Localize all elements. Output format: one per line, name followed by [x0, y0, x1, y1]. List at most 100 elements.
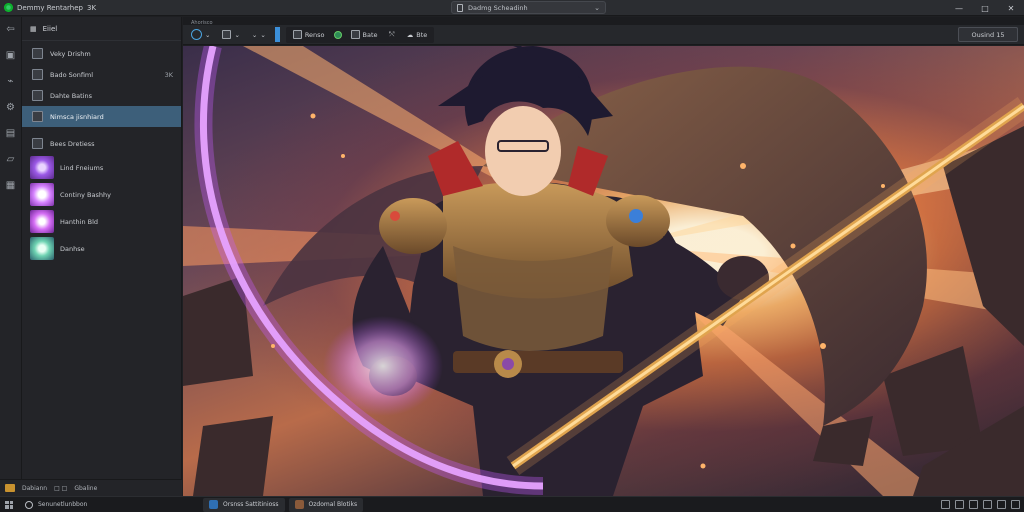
thumbnail-item[interactable]: Hanthin Bld: [22, 208, 181, 235]
app-logo-icon: [4, 3, 13, 12]
command-search[interactable]: Dadmg Scheadinh ⌄: [451, 1, 606, 14]
app-title-suffix: 3K: [86, 3, 97, 12]
sidebar-item[interactable]: Dahte Batins: [22, 85, 181, 106]
layer-dropdown[interactable]: ⌄: [219, 28, 242, 42]
editor-toolbar: ⌄ ⌄ ⌄ ⌄ Renso Bate ⤲ ☁ Bte Ousind 15: [183, 25, 1024, 45]
search-icon: [25, 500, 33, 509]
system-tray: [941, 500, 1020, 509]
render-label: Renso: [304, 30, 325, 39]
image-file-icon: [32, 138, 43, 149]
thumbnail-image: [30, 156, 54, 179]
sidebar-header[interactable]: ▦ Eiiel: [22, 17, 181, 41]
sidebar-item[interactable]: Veky Drishm: [22, 43, 181, 64]
render-button[interactable]: Renso: [290, 28, 328, 42]
render-icon: [292, 30, 302, 39]
status-icon: [5, 484, 15, 492]
document-icon: [457, 3, 463, 12]
base-button[interactable]: Bate: [348, 28, 381, 42]
thumbnail-item[interactable]: Lind Fneiums: [22, 154, 181, 181]
active-tool-indicator: [274, 27, 280, 42]
link-icon[interactable]: ⌁: [4, 74, 18, 88]
close-button[interactable]: ✕: [998, 0, 1024, 16]
sidebar-item[interactable]: Bees Dretiess: [22, 133, 181, 154]
app-title: Demmy Rentarhep: [17, 3, 83, 12]
tray-icon[interactable]: [1011, 500, 1020, 509]
taskbar-search[interactable]: Senunetlunbbon: [25, 500, 175, 509]
cloud-label: Bte: [416, 30, 428, 39]
sidebar-title: Eiiel: [42, 24, 58, 33]
document-icon: [32, 90, 43, 101]
editor-tab-strip: Ahorisco: [183, 17, 1024, 26]
shortcut-hint: 3K: [164, 70, 173, 79]
chevron-down-icon: ⌄: [234, 30, 240, 39]
base-label: Bate: [362, 30, 378, 39]
chevron-down-icon: ⌄: [594, 3, 600, 12]
chevron-down-icon: ⌄: [260, 30, 266, 39]
view-dropdown[interactable]: ⌄ ⌄: [249, 28, 269, 42]
tray-icon[interactable]: [955, 500, 964, 509]
thumbnail-item[interactable]: Danhse: [22, 235, 181, 262]
taskbar-app[interactable]: Orsnss Sattitinioss: [203, 497, 285, 512]
status-left: Dabiann: [22, 484, 48, 492]
thumbnail-image: [30, 210, 54, 233]
grid-icon[interactable]: ▦: [4, 178, 18, 192]
thumbnail-label: Continy Bashhy: [60, 190, 111, 199]
activity-bar: ⇦ ▣ ⌁ ⚙ ▤ ▱ ▦: [0, 17, 22, 496]
toolbar-group: Renso Bate ⤲ ☁ Bte: [285, 26, 435, 43]
sidebar: ▦ Eiiel Veky Drishm Bado Sonfiml 3K Daht…: [22, 17, 182, 479]
folder-icon[interactable]: ▱: [4, 152, 18, 166]
window-controls: — □ ✕: [946, 0, 1024, 16]
sidebar-status-bar: Dabiann □ □ Gbaline: [0, 479, 182, 496]
save-icon: [350, 30, 360, 39]
sidebar-list: Veky Drishm Bado Sonfiml 3K Dahte Batins…: [22, 41, 181, 262]
start-menu-icon[interactable]: [5, 500, 13, 509]
sidebar-item-label: Dahte Batins: [50, 91, 93, 100]
anime-warrior-artwork: [183, 46, 1024, 496]
files-icon[interactable]: ▣: [4, 48, 18, 62]
sidebar-item[interactable]: Bado Sonfiml 3K: [22, 64, 181, 85]
tray-icon[interactable]: [941, 500, 950, 509]
taskbar-app[interactable]: Ozdomal Blotiks: [288, 497, 364, 512]
calendar-icon[interactable]: ▤: [4, 126, 18, 140]
taskbar-app-label: Ozdomal Blotiks: [308, 501, 358, 508]
tray-icon[interactable]: [969, 500, 978, 509]
image-canvas[interactable]: [183, 46, 1024, 496]
taskbar-search-text: Senunetlunbbon: [38, 501, 88, 508]
title-bar: Demmy Rentarhep 3K Dadmg Scheadinh ⌄ — □…: [0, 0, 1024, 16]
taskbar: Senunetlunbbon Orsnss Sattitinioss Ozdom…: [0, 496, 1024, 512]
thumbnail-item[interactable]: Continy Bashhy: [22, 181, 181, 208]
sidebar-item-label: Nimsca jisnhiard: [50, 112, 104, 121]
app-icon: [294, 500, 304, 509]
thumbnail-label: Danhse: [60, 244, 85, 253]
cloud-icon: ☁: [406, 30, 414, 39]
target-icon: [191, 29, 202, 40]
share-button[interactable]: ⤲: [387, 28, 398, 42]
thumbnail-image: [30, 237, 54, 260]
sidebar-item-label: Veky Drishm: [50, 49, 91, 58]
tray-icon[interactable]: [983, 500, 992, 509]
cloud-button[interactable]: ☁ Bte: [404, 28, 431, 42]
document-icon: [32, 111, 43, 122]
target-dropdown[interactable]: ⌄: [188, 28, 213, 42]
thumbnail-label: Lind Fneiums: [60, 163, 104, 172]
sidebar-item-selected[interactable]: Nimsca jisnhiard: [22, 106, 181, 127]
share-icon: ⤲: [389, 30, 395, 38]
status-right: Gbaline: [74, 484, 98, 492]
command-search-text: Dadmg Scheadinh: [468, 3, 528, 12]
maximize-button[interactable]: □: [972, 0, 998, 16]
image-file-icon: [32, 48, 43, 59]
thumbnail-label: Hanthin Bld: [60, 217, 99, 226]
globe-icon[interactable]: [333, 30, 342, 39]
taskbar-app-label: Orsnss Sattitinioss: [223, 501, 279, 508]
settings-icon[interactable]: ⚙: [4, 100, 18, 114]
back-arrow-icon[interactable]: ⇦: [4, 22, 18, 36]
title-left: Demmy Rentarhep 3K: [0, 3, 200, 12]
tray-icon[interactable]: [997, 500, 1006, 509]
document-icon: [32, 69, 43, 80]
toolbar-right-button[interactable]: Ousind 15: [958, 27, 1018, 42]
chevron-down-icon: ⌄: [205, 30, 211, 39]
sidebar-item-label: Bado Sonfiml: [50, 70, 94, 79]
file-icon: ▦: [30, 24, 37, 33]
sidebar-item-label: Bees Dretiess: [50, 139, 95, 148]
minimize-button[interactable]: —: [946, 0, 972, 16]
